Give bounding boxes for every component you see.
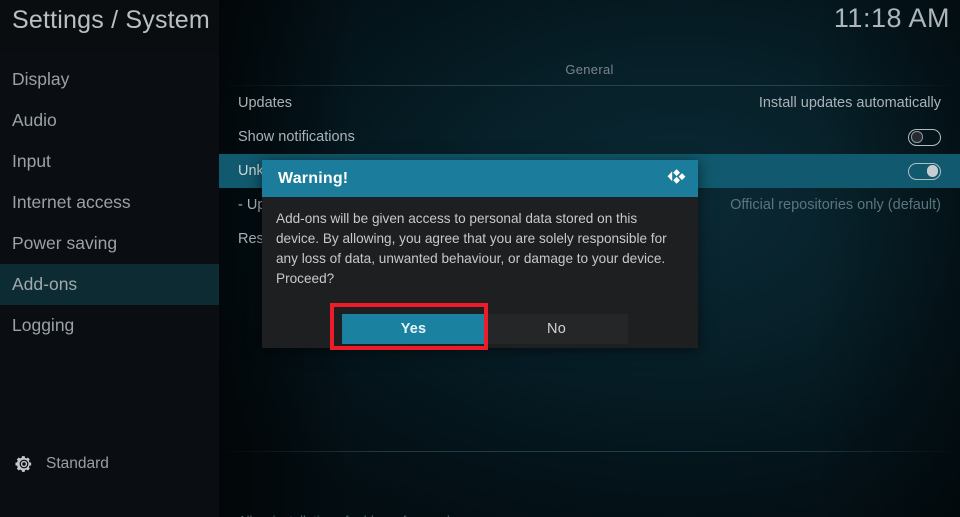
dialog-header: Warning! (262, 160, 698, 197)
clock: 11:18 AM (833, 3, 950, 33)
warning-dialog: Warning! Add-ons will be given access to… (262, 160, 698, 348)
gear-icon (14, 454, 34, 474)
top-bar: Settings / System 11:18 AM (0, 0, 960, 51)
sidebar-item-label: Display (12, 69, 70, 89)
kodi-logo-icon (662, 166, 688, 192)
kodi-settings-screen: Settings / System 11:18 AM Display Audio I… (0, 0, 960, 517)
settings-group-header: General (565, 62, 614, 77)
separator-bottom (219, 451, 960, 452)
yes-button[interactable]: Yes (342, 314, 485, 344)
sidebar-item-label: Add-ons (12, 274, 78, 294)
sidebar-item-add-ons[interactable]: Add-ons (0, 264, 219, 305)
sidebar-item-display[interactable]: Display (0, 59, 219, 100)
settings-row[interactable]: Updates Install updates automatically (219, 86, 960, 120)
settings-row[interactable]: Show notifications (219, 120, 960, 154)
profile-selector[interactable]: Standard (0, 447, 219, 481)
profile-label: Standard (46, 455, 109, 472)
sidebar-item-logging[interactable]: Logging (0, 305, 219, 346)
toggle-knob (926, 165, 938, 177)
sidebar-category-list: Display Audio Input Internet access Power sa… (0, 59, 219, 346)
settings-row-label: Updates (238, 95, 293, 111)
settings-row-label: Show notifications (238, 129, 355, 145)
page-title: Settings / System (12, 6, 210, 34)
help-text: Allow installation of add-ons from unkno… (238, 513, 537, 517)
no-button[interactable]: No (485, 314, 628, 344)
sidebar-item-label: Power saving (12, 233, 118, 253)
dialog-title: Warning! (278, 169, 349, 187)
sidebar-item-internet-access[interactable]: Internet access (0, 182, 219, 223)
toggle-switch[interactable] (908, 162, 941, 180)
sidebar-item-label: Internet access (12, 192, 131, 212)
sidebar-item-label: Audio (12, 110, 57, 130)
button-label: Yes (400, 321, 427, 337)
settings-row-value: Official repositories only (default) (730, 197, 941, 213)
toggle-knob (911, 131, 923, 143)
settings-row-value: Install updates automatically (758, 95, 941, 111)
sidebar-item-audio[interactable]: Audio (0, 100, 219, 141)
sidebar-item-input[interactable]: Input (0, 141, 219, 182)
sidebar-item-label: Logging (12, 315, 75, 335)
sidebar-item-label: Input (12, 151, 51, 171)
sidebar-item-power-saving[interactable]: Power saving (0, 223, 219, 264)
dialog-message: Add-ons will be given access to personal… (276, 211, 667, 286)
dialog-actions: Yes No (262, 310, 698, 348)
button-label: No (547, 321, 566, 337)
toggle-switch[interactable] (908, 128, 941, 146)
sidebar: Display Audio Input Internet access Power sa… (0, 51, 219, 517)
